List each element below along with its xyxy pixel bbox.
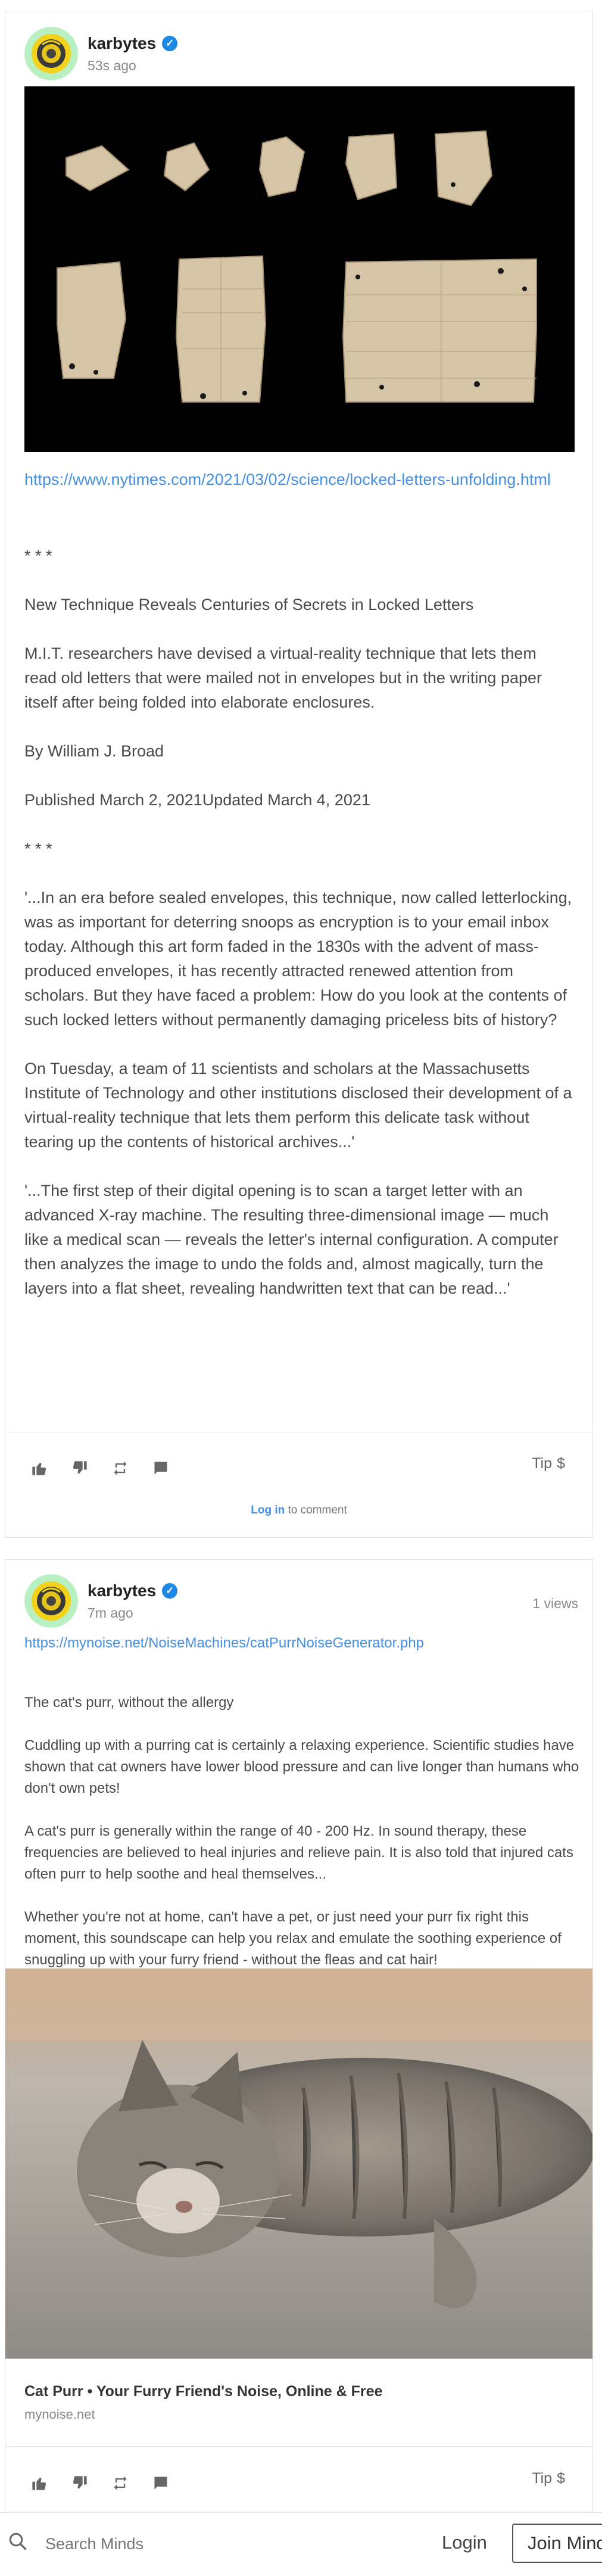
body-paragraph: By William J. Broad [24, 742, 164, 760]
action-bar [29, 1456, 171, 1480]
thumbs-up-icon[interactable] [29, 2473, 49, 2493]
body-paragraph: A cat's purr is generally within the ran… [24, 1823, 573, 1882]
body-paragraph: On Tuesday, a team of 11 scientists and … [24, 1060, 577, 1151]
divider [5, 2446, 592, 2447]
body-paragraph: '...The first step of their digital open… [24, 1182, 563, 1297]
body-paragraph: Whether you're not at home, can't have a… [24, 1909, 562, 1968]
post-link[interactable]: https://mynoise.net/NoiseMachines/catPur… [24, 1631, 424, 1655]
comment-icon[interactable] [151, 1458, 171, 1478]
comment-icon[interactable] [151, 2473, 171, 2493]
dollar-icon: $ [557, 2470, 565, 2487]
post-timestamp[interactable]: 7m ago [88, 1605, 133, 1621]
dollar-icon: $ [557, 1455, 565, 1472]
owner-block: karbytes ✓ 7m ago 1 views [24, 1567, 578, 1628]
login-link[interactable]: Log in [251, 1504, 285, 1516]
body-paragraph: New Technique Reveals Centuries of Secre… [24, 596, 474, 613]
post-body: * * * New Technique Reveals Centuries of… [24, 544, 572, 1325]
post-timestamp[interactable]: 53s ago [88, 58, 136, 74]
tip-button[interactable]: Tip $ [532, 2470, 565, 2487]
owner-name[interactable]: karbytes ✓ [88, 1581, 178, 1600]
body-paragraph: Published March 2, 2021Updated March 4, … [24, 791, 370, 809]
comment-suffix: to comment [285, 1504, 347, 1516]
cat-image [5, 1968, 592, 2359]
tip-label: Tip [532, 2470, 553, 2487]
avatar[interactable] [24, 27, 78, 80]
view-count: 1 views [532, 1596, 578, 1611]
search-icon[interactable] [7, 2531, 29, 2555]
link-preview-host: mynoise.net [24, 2407, 95, 2422]
body-paragraph: * * * [24, 547, 52, 565]
action-bar [29, 2471, 171, 2495]
avatar[interactable] [24, 1574, 78, 1628]
join-button[interactable]: Join Minds [512, 2524, 602, 2563]
verified-icon: ✓ [162, 1583, 178, 1599]
login-button[interactable]: Login [442, 2532, 487, 2553]
body-paragraph: * * * [24, 840, 52, 858]
link-preview-thumbnail[interactable] [5, 1968, 592, 2359]
owner-name[interactable]: karbytes ✓ [88, 34, 178, 53]
post-body: The cat's purr, without the allergy Cudd… [24, 1692, 584, 1992]
verified-icon: ✓ [162, 36, 178, 51]
remind-icon[interactable] [110, 2473, 130, 2493]
post-link[interactable]: https://www.nytimes.com/2021/03/02/scien… [24, 468, 560, 491]
body-paragraph: M.I.T. researchers have devised a virtua… [24, 644, 547, 711]
body-paragraph: Cuddling up with a purring cat is certai… [24, 1737, 579, 1796]
body-paragraph: '...In an era before sealed envelopes, t… [24, 889, 576, 1029]
thumbs-up-icon[interactable] [29, 1458, 49, 1478]
activity-card: karbytes ✓ 7m ago 1 views https://mynois… [5, 1559, 593, 2512]
bottom-topbar: Login Join Minds [0, 2512, 602, 2576]
thumbs-down-icon[interactable] [70, 2473, 90, 2493]
comment-prompt: Log in to comment [5, 1504, 592, 1517]
post-image-locked-letters[interactable] [24, 86, 575, 452]
owner-block: karbytes ✓ 53s ago [24, 20, 578, 80]
tip-button[interactable]: Tip $ [532, 1455, 565, 1472]
body-paragraph: The cat's purr, without the allergy [24, 1695, 234, 1711]
thumbs-down-icon[interactable] [70, 1458, 90, 1478]
tip-label: Tip [532, 1455, 553, 1472]
letters-illustration [57, 130, 537, 403]
activity-card: karbytes ✓ 53s ago https://www.nytimes.c… [5, 11, 593, 1538]
link-preview-title[interactable]: Cat Purr • Your Furry Friend's Noise, On… [24, 2383, 382, 2400]
search-input[interactable] [45, 2530, 379, 2558]
remind-icon[interactable] [110, 1458, 130, 1478]
